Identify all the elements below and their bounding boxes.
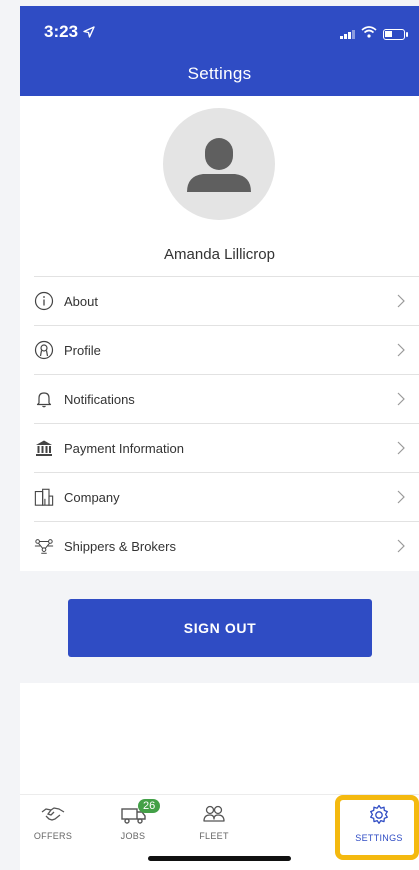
menu-item-notifications[interactable]: Notifications	[34, 374, 419, 423]
menu-item-label: Profile	[64, 342, 101, 358]
jobs-count-badge: 26	[138, 799, 161, 813]
menu-item-label: Notifications	[64, 391, 135, 407]
tab-jobs[interactable]: 26 JOBS	[98, 799, 168, 841]
tab-label: JOBS	[120, 831, 146, 841]
status-icons	[340, 25, 408, 43]
chevron-right-icon	[397, 490, 405, 509]
settings-menu: About Profile Notifications Payment Info…	[20, 276, 419, 570]
chevron-right-icon	[397, 294, 405, 313]
sign-out-section: SIGN OUT	[20, 571, 419, 683]
chevron-right-icon	[397, 343, 405, 362]
fleet-icon	[179, 803, 249, 825]
network-icon	[34, 536, 54, 556]
menu-item-label: Shippers & Brokers	[64, 538, 176, 554]
building-icon	[34, 487, 54, 507]
user-name: Amanda Lillicrop	[164, 246, 275, 263]
menu-item-about[interactable]: About	[34, 276, 419, 325]
tab-label: OFFERS	[33, 831, 73, 841]
app-screen: 3:23 Settings Amanda Lillicrop About Pro…	[20, 6, 419, 870]
menu-item-label: Company	[64, 489, 120, 505]
menu-item-company[interactable]: Company	[34, 472, 419, 521]
wifi-icon	[361, 25, 377, 43]
tab-label: FLEET	[199, 831, 229, 841]
bank-icon	[34, 438, 54, 458]
menu-item-label: Payment Information	[64, 440, 184, 456]
menu-item-payment-information[interactable]: Payment Information	[34, 423, 419, 472]
gear-icon	[344, 803, 414, 827]
tab-label: SETTINGS	[355, 833, 403, 843]
person-icon	[187, 138, 251, 192]
bell-icon	[34, 389, 54, 409]
status-time: 3:23	[44, 22, 79, 41]
info-icon	[34, 291, 54, 311]
tab-offers[interactable]: OFFERS	[20, 803, 88, 841]
header-bar: 3:23 Settings	[20, 6, 419, 96]
home-indicator	[148, 856, 291, 861]
menu-item-shippers-brokers[interactable]: Shippers & Brokers	[34, 521, 419, 570]
avatar[interactable]	[163, 108, 275, 220]
profile-section: Amanda Lillicrop	[20, 96, 419, 276]
location-arrow-icon	[83, 25, 95, 43]
page-title: Settings	[187, 64, 252, 83]
chevron-right-icon	[397, 392, 405, 411]
chevron-right-icon	[397, 441, 405, 460]
signal-icon	[340, 29, 355, 39]
sign-out-button[interactable]: SIGN OUT	[68, 599, 372, 657]
menu-item-label: About	[64, 293, 98, 309]
menu-item-profile[interactable]: Profile	[34, 325, 419, 374]
profile-icon	[34, 340, 54, 360]
tab-fleet[interactable]: FLEET	[179, 803, 249, 841]
chevron-right-icon	[397, 539, 405, 558]
tab-settings[interactable]: SETTINGS	[344, 803, 414, 843]
handshake-icon	[20, 803, 88, 825]
battery-icon	[383, 28, 408, 40]
